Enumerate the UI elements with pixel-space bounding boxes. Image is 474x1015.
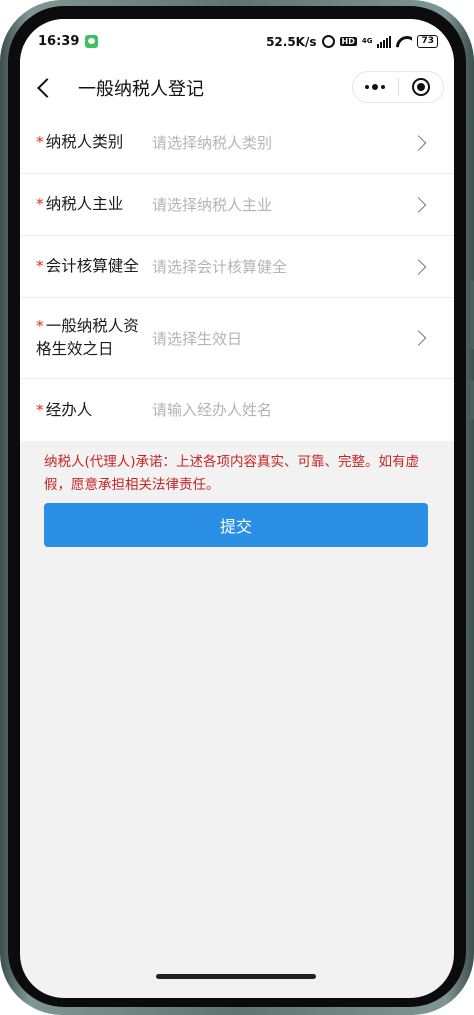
commitment-notice: 纳税人(代理人)承诺：上述各项内容真实、可靠、完整。如有虚假，愿意承担相关法律责… <box>44 454 420 493</box>
network-type: 4G <box>361 37 373 45</box>
volume-button <box>470 380 474 420</box>
wifi-icon <box>396 36 412 48</box>
hd-icon: HD <box>339 37 357 46</box>
signal-icon <box>377 35 392 48</box>
nav-bar: 一般纳税人登记 <box>20 64 454 112</box>
chevron-right-icon <box>410 258 427 275</box>
effective-date-select[interactable]: 请选择生效日 <box>152 328 242 349</box>
registration-form: * 纳税人类别 请选择纳税人类别 * 纳税人主业 请选择纳税人主业 * 会计核算健全 … <box>20 112 454 441</box>
form-row-main-business[interactable]: * 纳税人主业 请选择纳税人主业 <box>20 174 454 236</box>
status-indicators: 52.5K/s HD 4G 73 <box>266 35 438 49</box>
more-icon[interactable] <box>353 84 398 90</box>
handler-name-input[interactable] <box>152 401 402 419</box>
mini-program-capsule <box>352 71 444 103</box>
alarm-icon <box>321 35 335 48</box>
chevron-right-icon <box>410 330 427 346</box>
status-time: 16:39 <box>38 34 80 49</box>
status-bar: 16:39 52.5K/s HD 4G 73 <box>20 19 454 64</box>
taxpayer-category-select[interactable]: 请选择纳税人类别 <box>152 132 272 153</box>
form-row-accounting[interactable]: * 会计核算健全 请选择会计核算健全 <box>20 236 454 298</box>
submit-button[interactable]: 提交 <box>44 503 428 547</box>
wechat-notification-icon <box>85 35 99 48</box>
field-label: * 一般纳税人资格生效之日 <box>36 317 139 358</box>
field-label: * 纳税人类别 <box>36 133 124 151</box>
back-icon[interactable] <box>37 78 57 98</box>
home-indicator[interactable] <box>156 974 316 979</box>
target-icon <box>411 78 430 96</box>
form-row-taxpayer-category[interactable]: * 纳税人类别 请选择纳税人类别 <box>20 112 454 174</box>
main-business-select[interactable]: 请选择纳税人主业 <box>152 194 272 215</box>
battery-icon: 73 <box>417 35 438 48</box>
chevron-right-icon <box>410 134 427 151</box>
field-label: * 纳税人主业 <box>36 195 124 213</box>
chevron-right-icon <box>410 196 427 213</box>
screen: 16:39 52.5K/s HD 4G 73 一般纳税人登记 * 纳税人类别 请… <box>20 19 454 998</box>
close-mini-program-button[interactable] <box>399 78 444 96</box>
accounting-select[interactable]: 请选择会计核算健全 <box>152 256 287 277</box>
field-label: * 经办人 <box>36 400 93 419</box>
network-speed: 52.5K/s <box>266 34 317 49</box>
power-button <box>470 280 474 350</box>
page-title: 一般纳税人登记 <box>78 79 204 100</box>
form-row-handler: * 经办人 <box>20 379 454 441</box>
form-row-effective-date[interactable]: * 一般纳税人资格生效之日 请选择生效日 <box>20 298 454 379</box>
field-label: * 会计核算健全 <box>36 257 139 275</box>
